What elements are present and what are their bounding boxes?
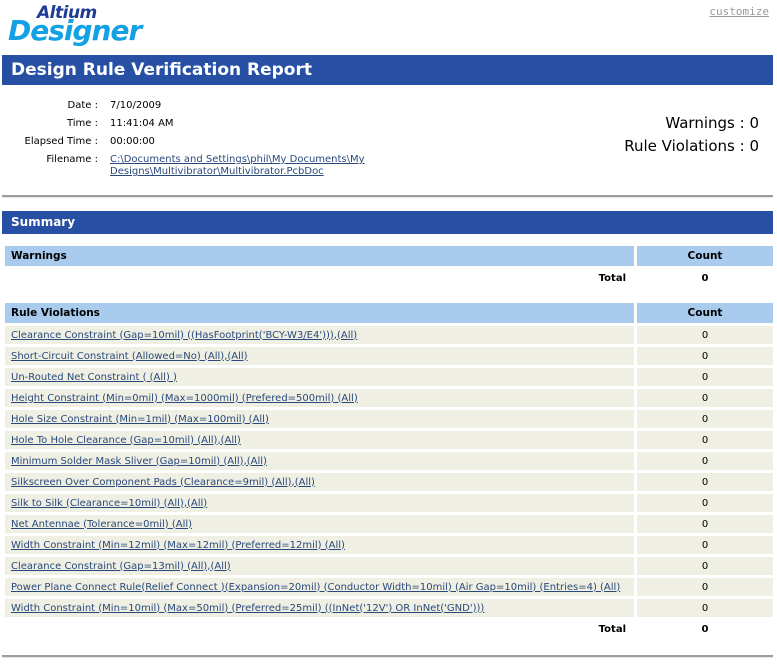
table-row: Clearance Constraint (Gap=10mil) ((HasFo… (5, 326, 773, 344)
report-info-section: Date : 7/10/2009 Time : 11:41:04 AM Elap… (10, 100, 767, 184)
rule-violation-count: 0 (634, 452, 773, 470)
table-row: Width Constraint (Min=10mil) (Max=50mil)… (5, 599, 773, 617)
warnings-count-column-header: Count (634, 246, 773, 266)
rule-violations-total-label: Total (5, 624, 634, 635)
rule-violation-count: 0 (634, 473, 773, 491)
rule-violation-link[interactable]: Minimum Solder Mask Sliver (Gap=10mil) (… (11, 456, 267, 467)
rule-violation-link[interactable]: Short-Circuit Constraint (Allowed=No) (A… (11, 351, 248, 362)
rule-violation-count: 0 (634, 515, 773, 533)
rule-violations-total-row: Total 0 (5, 619, 773, 639)
rule-violation-count: 0 (634, 599, 773, 617)
warnings-total-label: Total (5, 273, 634, 284)
filename-label: Filename : (10, 154, 110, 178)
table-row: Hole Size Constraint (Min=1mil) (Max=100… (5, 410, 773, 428)
table-row: Short-Circuit Constraint (Allowed=No) (A… (5, 347, 773, 365)
warnings-stat: Warnings : 0 (624, 114, 759, 132)
warnings-table-header: Warnings Count (5, 246, 773, 266)
rule-violations-table-body: Clearance Constraint (Gap=10mil) ((HasFo… (5, 326, 773, 617)
rule-violation-link[interactable]: Width Constraint (Min=10mil) (Max=50mil)… (11, 603, 484, 614)
warnings-total-count: 0 (634, 268, 773, 288)
rule-violation-link[interactable]: Silkscreen Over Component Pads (Clearanc… (11, 477, 315, 488)
rule-violation-count: 0 (634, 326, 773, 344)
rule-violations-total-count: 0 (634, 619, 773, 639)
rule-violations-column-header: Rule Violations (5, 307, 634, 319)
table-row: Silk to Silk (Clearance=10mil) (All),(Al… (5, 494, 773, 512)
logo-designer-text: Designer (8, 14, 141, 47)
warnings-stat-label: Warnings : (665, 114, 744, 132)
report-info-table: Date : 7/10/2009 Time : 11:41:04 AM Elap… (10, 100, 378, 184)
rule-violation-link[interactable]: Width Constraint (Min=12mil) (Max=12mil)… (11, 540, 345, 551)
table-row: Power Plane Connect Rule(Relief Connect … (5, 578, 773, 596)
rule-violation-link[interactable]: Net Antennae (Tolerance=0mil) (All) (11, 519, 192, 530)
rule-violation-link[interactable]: Height Constraint (Min=0mil) (Max=1000mi… (11, 393, 358, 404)
warnings-stat-value: 0 (749, 114, 759, 132)
info-row-date: Date : 7/10/2009 (10, 100, 378, 112)
rule-violation-link[interactable]: Clearance Constraint (Gap=13mil) (All),(… (11, 561, 231, 572)
time-label: Time : (10, 118, 110, 130)
section-divider-top (2, 195, 773, 198)
rule-violation-count: 0 (634, 536, 773, 554)
rule-violation-link[interactable]: Clearance Constraint (Gap=10mil) ((HasFo… (11, 330, 357, 341)
info-row-filename: Filename : C:\Documents and Settings\phi… (10, 154, 378, 178)
rule-violations-stat: Rule Violations : 0 (624, 137, 759, 155)
warnings-table: Warnings Count Total 0 (5, 246, 773, 288)
rule-violation-count: 0 (634, 347, 773, 365)
rule-violation-link[interactable]: Power Plane Connect Rule(Relief Connect … (11, 582, 620, 593)
table-row: Minimum Solder Mask Sliver (Gap=10mil) (… (5, 452, 773, 470)
customize-link[interactable]: customize (709, 5, 769, 18)
top-bar: Altium Designer customize (0, 0, 777, 52)
rule-violation-link[interactable]: Hole To Hole Clearance (Gap=10mil) (All)… (11, 435, 241, 446)
rule-violation-count: 0 (634, 389, 773, 407)
time-value: 11:41:04 AM (110, 118, 174, 130)
summary-stats: Warnings : 0 Rule Violations : 0 (624, 100, 767, 184)
page-title: Design Rule Verification Report (2, 55, 773, 85)
rule-violations-stat-label: Rule Violations : (624, 137, 744, 155)
table-row: Net Antennae (Tolerance=0mil) (All) 0 (5, 515, 773, 533)
filename-link[interactable]: C:\Documents and Settings\phil\My Docume… (110, 154, 365, 177)
rule-violation-count: 0 (634, 368, 773, 386)
table-row: Width Constraint (Min=12mil) (Max=12mil)… (5, 536, 773, 554)
summary-section-header: Summary (2, 211, 773, 234)
warnings-column-header: Warnings (5, 250, 634, 262)
section-divider-bottom (2, 655, 773, 658)
rule-violations-stat-value: 0 (749, 137, 759, 155)
report-page: Altium Designer customize Design Rule Ve… (0, 0, 777, 671)
rule-violation-count: 0 (634, 494, 773, 512)
rule-violation-count: 0 (634, 557, 773, 575)
altium-designer-logo: Altium Designer (6, 2, 156, 50)
rule-violations-count-column-header: Count (634, 303, 773, 323)
rule-violation-link[interactable]: Hole Size Constraint (Min=1mil) (Max=100… (11, 414, 269, 425)
date-label: Date : (10, 100, 110, 112)
rule-violation-count: 0 (634, 410, 773, 428)
rule-violations-table: Rule Violations Count Clearance Constrai… (5, 303, 773, 639)
rule-violation-count: 0 (634, 578, 773, 596)
rule-violation-link[interactable]: Un-Routed Net Constraint ( (All) ) (11, 372, 177, 383)
table-row: Un-Routed Net Constraint ( (All) ) 0 (5, 368, 773, 386)
elapsed-time-value: 00:00:00 (110, 136, 155, 148)
table-row: Clearance Constraint (Gap=13mil) (All),(… (5, 557, 773, 575)
date-value: 7/10/2009 (110, 100, 161, 112)
elapsed-time-label: Elapsed Time : (10, 136, 110, 148)
table-row: Hole To Hole Clearance (Gap=10mil) (All)… (5, 431, 773, 449)
warnings-total-row: Total 0 (5, 268, 773, 288)
table-row: Silkscreen Over Component Pads (Clearanc… (5, 473, 773, 491)
rule-violation-link[interactable]: Silk to Silk (Clearance=10mil) (All),(Al… (11, 498, 207, 509)
rule-violation-count: 0 (634, 431, 773, 449)
table-row: Height Constraint (Min=0mil) (Max=1000mi… (5, 389, 773, 407)
info-row-time: Time : 11:41:04 AM (10, 118, 378, 130)
info-row-elapsed-time: Elapsed Time : 00:00:00 (10, 136, 378, 148)
rule-violations-table-header: Rule Violations Count (5, 303, 773, 323)
